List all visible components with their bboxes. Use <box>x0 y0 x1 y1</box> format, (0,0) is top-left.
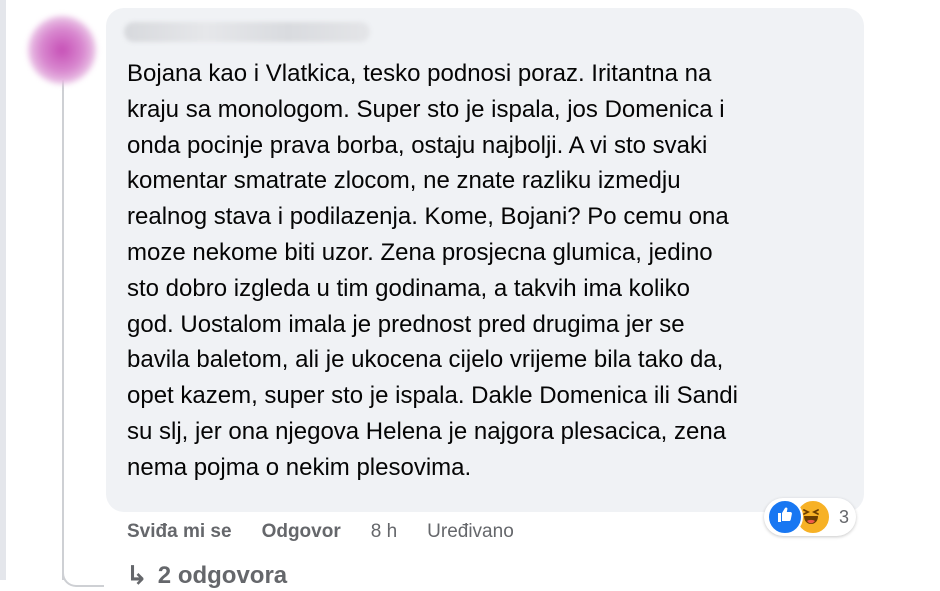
comment-line: onda pocinje prava borba, ostaju najbolj… <box>127 131 708 159</box>
comment-line: Bojana kao i Vlatkica, tesko podnosi por… <box>127 60 712 87</box>
comment-line: realnog stava i podilazenja. Kome, Bojan… <box>127 203 729 231</box>
reactions-summary[interactable]: 3 <box>764 498 856 536</box>
comment-line: moze nekome biti uzor. Zena prosjecna gl… <box>127 238 713 266</box>
comment-line: sto dobro izgleda u tim godinama, a takv… <box>127 274 690 302</box>
thread-connector <box>62 555 104 587</box>
left-edge-rule <box>0 0 6 580</box>
reply-button[interactable]: Odgovor <box>262 521 341 543</box>
comment-line: kraju sa monologom. Super sto je ispala,… <box>127 95 725 123</box>
comment-author[interactable] <box>124 22 370 42</box>
comment-text: Bojana kao i Vlatkica, tesko podnosi por… <box>127 56 842 486</box>
reaction-count: 3 <box>839 506 850 527</box>
comment-line: bavila baletom, ali je ukocena cijelo vr… <box>127 346 724 374</box>
comment-timestamp[interactable]: 8 h <box>371 521 397 543</box>
edited-label[interactable]: Uređivano <box>427 521 514 543</box>
comment-line: nema pojma o nekim plesovima. <box>127 453 472 481</box>
like-button[interactable]: Sviđa mi se <box>127 521 232 543</box>
thread-line <box>62 80 64 580</box>
comment-actions: Sviđa mi se Odgovor 8 h Uređivano <box>127 518 514 546</box>
comment-line: su slj, jer ona njegova Helena je najgor… <box>127 417 727 445</box>
like-icon <box>767 499 803 535</box>
comment-line: opet kazem, super sto je ispala. Dakle D… <box>127 382 738 410</box>
reply-arrow-icon: ↳ <box>126 560 148 590</box>
replies-label: 2 odgovora <box>157 561 288 589</box>
comment-line: komentar smatrate zlocom, ne znate razli… <box>127 167 681 195</box>
avatar[interactable] <box>28 16 96 84</box>
comment-line: god. Uostalom imala je prednost pred dru… <box>127 310 685 338</box>
view-replies-link[interactable]: ↳ 2 odgovora <box>126 560 287 591</box>
